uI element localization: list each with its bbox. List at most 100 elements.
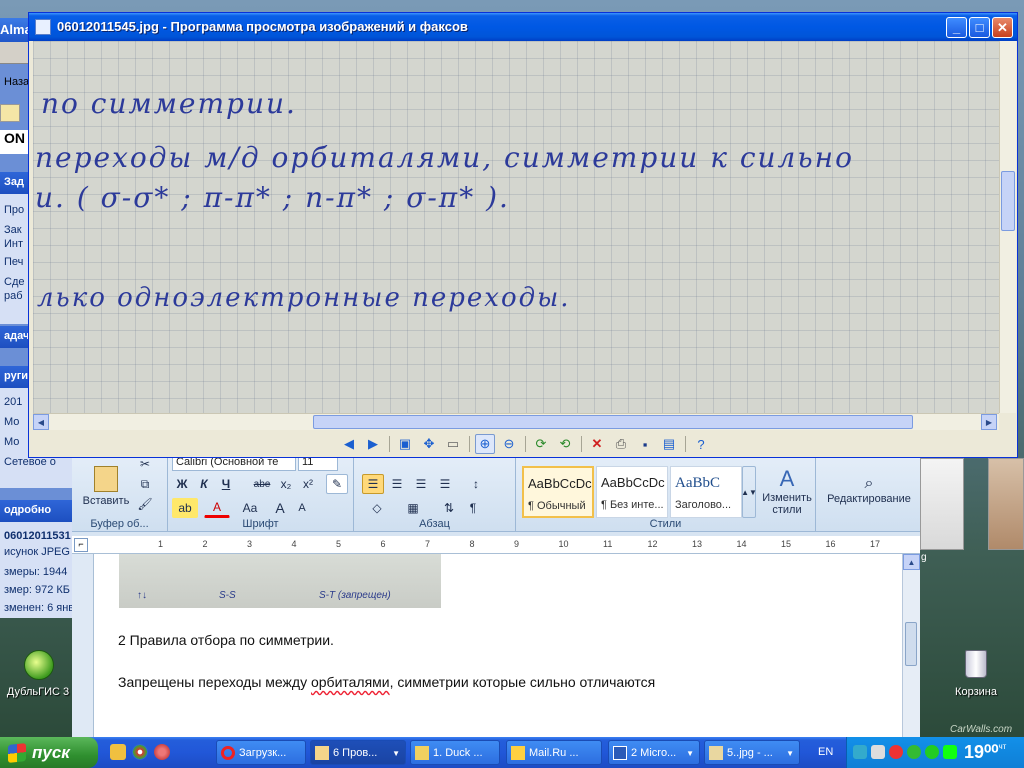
change-styles-button[interactable]: A Изменить стили <box>760 462 814 520</box>
shading-button[interactable]: ◇ <box>362 498 392 518</box>
sort-button[interactable]: ⇅ <box>438 498 460 518</box>
maximize-button[interactable]: □ <box>969 17 990 38</box>
ribbon: Вставить ✂ ⧉ 🖌 Буфер об... Calibri (Осно… <box>72 448 920 532</box>
align-left-button[interactable]: ☰ <box>362 474 384 494</box>
styles-scroll-icon[interactable]: ▲▼ <box>741 466 757 518</box>
viewer-horizontal-scrollbar[interactable]: ◀ ▶ <box>33 413 999 430</box>
snip-label-ss: S-S <box>219 590 236 601</box>
show-marks-button[interactable]: ¶ <box>462 498 484 518</box>
taskbar: пуск Загрузк... 6 Пров... ▼ 1. Duck ... … <box>0 737 1024 768</box>
italic-button[interactable]: К <box>194 474 214 494</box>
actual-size-icon[interactable]: ✥ <box>419 434 439 454</box>
superscript-button[interactable]: x² <box>298 474 318 494</box>
language-indicator[interactable]: EN <box>818 746 833 758</box>
viewer-vertical-scrollbar[interactable] <box>999 41 1016 413</box>
align-right-button[interactable]: ☰ <box>410 474 432 494</box>
style-no-spacing[interactable]: AaBbCcDc ¶ Без инте... <box>596 466 668 518</box>
close-button[interactable]: ✕ <box>992 17 1013 38</box>
help-icon[interactable]: ? <box>691 434 711 454</box>
ruler-mark: 16 <box>825 539 836 549</box>
viewer-vertical-thumb[interactable] <box>1001 171 1015 231</box>
strikethrough-button[interactable]: abe <box>250 474 274 494</box>
scroll-right-arrow[interactable]: ▶ <box>981 414 997 430</box>
ruler-mark: 5 <box>336 539 342 549</box>
best-fit-icon[interactable]: ▣ <box>395 434 415 454</box>
editing-group: ⌕ Редактирование <box>820 454 914 532</box>
binoculars-icon: ⌕ <box>864 475 874 492</box>
font-color-button[interactable]: A <box>204 498 230 518</box>
zoom-in-icon[interactable]: ⊕ <box>475 434 495 454</box>
desktop-thumbnail[interactable] <box>988 458 1024 550</box>
chrome-icon[interactable] <box>132 744 148 760</box>
photo-text-line: лько одноэлектронные переходы. <box>37 283 571 313</box>
show-desktop-icon[interactable] <box>110 744 126 760</box>
tray-security-icon[interactable] <box>889 745 903 759</box>
subscript-button[interactable]: x₂ <box>276 474 296 494</box>
save-icon[interactable]: ▪ <box>635 434 655 454</box>
grow-font-button[interactable]: A <box>270 498 290 518</box>
edit-image-icon[interactable]: ▤ <box>659 434 679 454</box>
format-painter-icon[interactable]: 🖌 <box>136 496 154 512</box>
next-image-icon[interactable]: ▶ <box>363 434 383 454</box>
taskbar-button-mailru[interactable]: Mail.Ru ... <box>506 740 602 765</box>
previous-image-icon[interactable]: ◀ <box>339 434 359 454</box>
cut-icon[interactable]: ✂ <box>136 456 154 472</box>
details-header[interactable]: одробно <box>0 500 72 522</box>
system-clock[interactable]: 19⁰⁰чт <box>964 742 1006 763</box>
slideshow-icon[interactable]: ▭ <box>443 434 463 454</box>
tray-green-icon[interactable] <box>943 745 957 759</box>
paste-button[interactable]: Вставить <box>80 460 132 512</box>
ruler-mark: 9 <box>514 539 520 549</box>
zoom-out-icon[interactable]: ⊖ <box>499 434 519 454</box>
minimize-button[interactable]: _ <box>946 17 967 38</box>
browser-icon[interactable] <box>154 744 170 760</box>
bold-button[interactable]: Ж <box>172 474 192 494</box>
editing-button[interactable]: ⌕ Редактирование <box>824 462 914 518</box>
desktop-thumbnail[interactable] <box>920 458 964 550</box>
justify-button[interactable]: ☰ <box>434 474 456 494</box>
rotate-counterclockwise-icon[interactable]: ⟲ <box>555 434 575 454</box>
clear-formatting-icon[interactable]: ✎ <box>326 474 348 494</box>
align-center-button[interactable]: ☰ <box>386 474 408 494</box>
viewer-titlebar[interactable]: 06012011545.jpg - Программа просмотра из… <box>29 13 1017 41</box>
scroll-left-arrow[interactable]: ◀ <box>33 414 49 430</box>
taskbar-button-duck[interactable]: 1. Duck ... <box>410 740 500 765</box>
recycle-bin[interactable]: Корзина <box>952 648 1000 698</box>
style-normal[interactable]: AaBbCcDc ¶ Обычный <box>522 466 594 518</box>
dublgis-shortcut[interactable]: ДубльГИС 3 <box>2 650 72 700</box>
start-button[interactable]: пуск <box>0 737 98 768</box>
scroll-up-arrow[interactable]: ▲ <box>903 554 920 570</box>
detail-dimensions: змеры: 1944 <box>4 566 68 578</box>
misspelled-word[interactable]: орбиталями <box>311 674 390 690</box>
document-scrollbar[interactable]: ▲ <box>902 554 920 737</box>
tray-app-icon[interactable] <box>925 745 939 759</box>
change-case-button[interactable]: Aa <box>236 498 264 518</box>
copy-icon[interactable]: ⧉ <box>136 476 154 492</box>
taskbar-button-opera[interactable]: Загрузк... <box>216 740 306 765</box>
taskbar-button-jpg[interactable]: 5..jpg - ... ▼ <box>704 740 800 765</box>
detail-size: змер: 972 КБ <box>4 584 70 596</box>
borders-button[interactable]: ▦ <box>398 498 428 518</box>
styles-group-label: Стили <box>649 518 682 530</box>
tray-volume-icon[interactable] <box>871 745 885 759</box>
document-scroll-thumb[interactable] <box>905 622 917 666</box>
photo-view[interactable]: по симметрии. переходы м/д орбиталями, с… <box>33 41 999 413</box>
underline-button[interactable]: Ч <box>216 474 236 494</box>
highlight-color-button[interactable]: ab <box>172 498 198 518</box>
delete-icon[interactable]: ✕ <box>587 434 607 454</box>
tray-status-icon[interactable] <box>907 745 921 759</box>
viewer-horizontal-thumb[interactable] <box>313 415 913 429</box>
tray-network-icon[interactable] <box>853 745 867 759</box>
document-page[interactable]: ↑↓ S-S S-T (запрещен) 2 Правила отбора п… <box>94 554 902 737</box>
taskbar-button-word[interactable]: 2 Micro... ▼ <box>608 740 700 765</box>
shrink-font-button[interactable]: A <box>292 498 312 518</box>
style-heading[interactable]: AaBbC Заголово... <box>670 466 742 518</box>
tab-selector-icon[interactable]: ⌐ <box>74 538 88 552</box>
taskbar-button-viewer[interactable]: 6 Пров... ▼ <box>310 740 406 765</box>
font-group: Calibri (Основной те 11 Ж К Ч abe x₂ x² … <box>168 454 354 532</box>
styles-icon: A <box>779 466 795 491</box>
rotate-clockwise-icon[interactable]: ⟳ <box>531 434 551 454</box>
print-icon[interactable]: ⎙ <box>611 434 631 454</box>
horizontal-ruler[interactable]: ⌐ 1 2 3 4 5 6 7 8 9 10 11 12 13 14 15 16 17 <box>72 536 920 554</box>
line-spacing-button[interactable]: ↕ <box>462 474 490 494</box>
